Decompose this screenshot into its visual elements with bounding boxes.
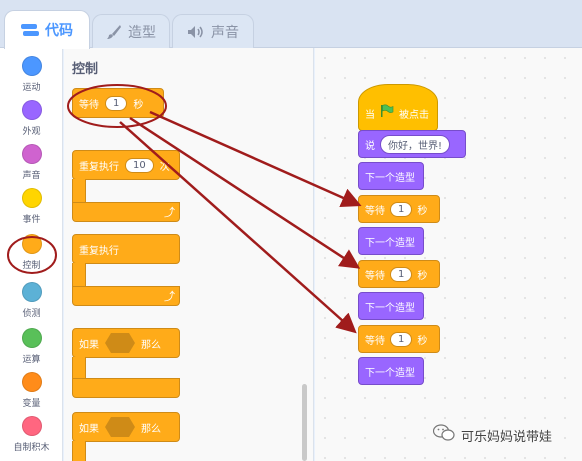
watermark: 可乐妈妈说带娃 (432, 424, 553, 446)
code-icon (21, 23, 39, 37)
next-costume-block[interactable]: 下一个造型 (358, 292, 424, 320)
if-arm (72, 441, 86, 461)
tab-costumes-label: 造型 (128, 25, 156, 41)
category-dot (21, 144, 42, 164)
wait-label: 等待 (79, 99, 99, 111)
category-label: 侦测 (22, 309, 41, 319)
wait-unit: 秒 (417, 270, 428, 282)
speaker-icon (187, 25, 205, 39)
next-costume-label: 下一个造型 (365, 302, 415, 314)
category-dot (21, 100, 42, 120)
repeat-label: 重复执行 (79, 161, 119, 173)
when-flag-clicked-block[interactable]: 当 被点击 (358, 84, 438, 131)
wait-seconds-input[interactable]: 1 (390, 331, 413, 347)
say-text-input[interactable]: 你好，世界! (380, 134, 451, 154)
category-label: 控制 (22, 261, 41, 271)
palette-title: 控制 (72, 62, 99, 77)
wait-seconds-input[interactable]: 1 (105, 95, 128, 111)
wait-block[interactable]: 等待 1 秒 (72, 88, 164, 118)
category-dot (21, 234, 42, 254)
loop-arrow-icon: ⤴ (164, 290, 175, 303)
green-flag-icon (380, 104, 394, 121)
forever-label: 重复执行 (79, 245, 119, 257)
category-dot (21, 188, 42, 208)
wechat-icon (432, 424, 455, 446)
category-dot (21, 416, 42, 436)
if-arm (72, 357, 86, 379)
category-menu: 运动 外观 声音 事件 控制 侦测 运算 变量 自制积木 (0, 48, 63, 461)
watermark-text: 可乐妈妈说带娃 (461, 429, 553, 445)
then-label: 那么 (141, 423, 161, 435)
next-costume-block[interactable]: 下一个造型 (358, 162, 424, 190)
tab-bar: 代码 造型 声音 (0, 0, 582, 49)
say-block[interactable]: 说 你好，世界! (358, 130, 466, 158)
tab-code[interactable]: 代码 (4, 10, 90, 49)
script-workspace[interactable]: 当 被点击 说 你好，世界! 下一个造型 等待 1 秒 下一个造型 等待 1 秒… (315, 48, 582, 461)
hat-suffix: 被点击 (399, 110, 429, 121)
if-then-block[interactable]: 如果 那么 (72, 328, 180, 358)
wait-seconds-input[interactable]: 1 (390, 201, 413, 217)
repeat-unit: 次 (159, 161, 170, 173)
next-costume-block[interactable]: 下一个造型 (358, 357, 424, 385)
repeat-arm (72, 179, 86, 203)
wait-block[interactable]: 等待 1 秒 (358, 325, 440, 353)
repeat-count-input[interactable]: 10 (125, 157, 154, 173)
category-my-blocks[interactable]: 自制积木 (0, 408, 63, 461)
tab-sounds-label: 声音 (211, 25, 239, 41)
then-label: 那么 (141, 339, 161, 351)
next-costume-label: 下一个造型 (365, 172, 415, 184)
tab-code-label: 代码 (45, 23, 73, 39)
category-dot (21, 56, 42, 76)
next-costume-label: 下一个造型 (365, 367, 415, 379)
forever-arm (72, 263, 86, 287)
wait-label: 等待 (365, 270, 385, 282)
next-costume-label: 下一个造型 (365, 237, 415, 249)
hat-label: 当 (365, 110, 375, 121)
repeat-block[interactable]: 重复执行 10 次 (72, 150, 180, 180)
category-dot (21, 328, 42, 348)
if-label: 如果 (79, 423, 99, 435)
condition-slot[interactable] (105, 333, 135, 353)
wait-label: 等待 (365, 335, 385, 347)
forever-block[interactable]: 重复执行 (72, 234, 180, 264)
if-then-block-2[interactable]: 如果 那么 (72, 412, 180, 442)
category-label: 事件 (22, 215, 41, 225)
wait-block[interactable]: 等待 1 秒 (358, 260, 440, 288)
loop-arrow-icon: ⤴ (164, 206, 175, 219)
tab-costumes[interactable]: 造型 (92, 14, 170, 49)
condition-slot[interactable] (105, 417, 135, 437)
wait-seconds-input[interactable]: 1 (390, 266, 413, 282)
category-dot (21, 372, 42, 392)
wait-unit: 秒 (417, 335, 428, 347)
tab-sounds[interactable]: 声音 (172, 14, 254, 49)
brush-icon (106, 24, 122, 40)
next-costume-block[interactable]: 下一个造型 (358, 227, 424, 255)
if-bottom (72, 378, 180, 398)
say-label: 说 (365, 140, 375, 152)
wait-label: 等待 (365, 205, 385, 217)
category-label: 自制积木 (13, 443, 50, 453)
wait-block[interactable]: 等待 1 秒 (358, 195, 440, 223)
palette-scrollbar[interactable] (302, 384, 307, 461)
wait-unit: 秒 (417, 205, 428, 217)
category-dot (21, 282, 42, 302)
block-palette: 控制 等待 1 秒 重复执行 10 次 ⤴ 重复执行 ⤴ 如果 那么 如果 那么 (64, 48, 314, 461)
if-label: 如果 (79, 339, 99, 351)
wait-unit: 秒 (133, 99, 144, 111)
